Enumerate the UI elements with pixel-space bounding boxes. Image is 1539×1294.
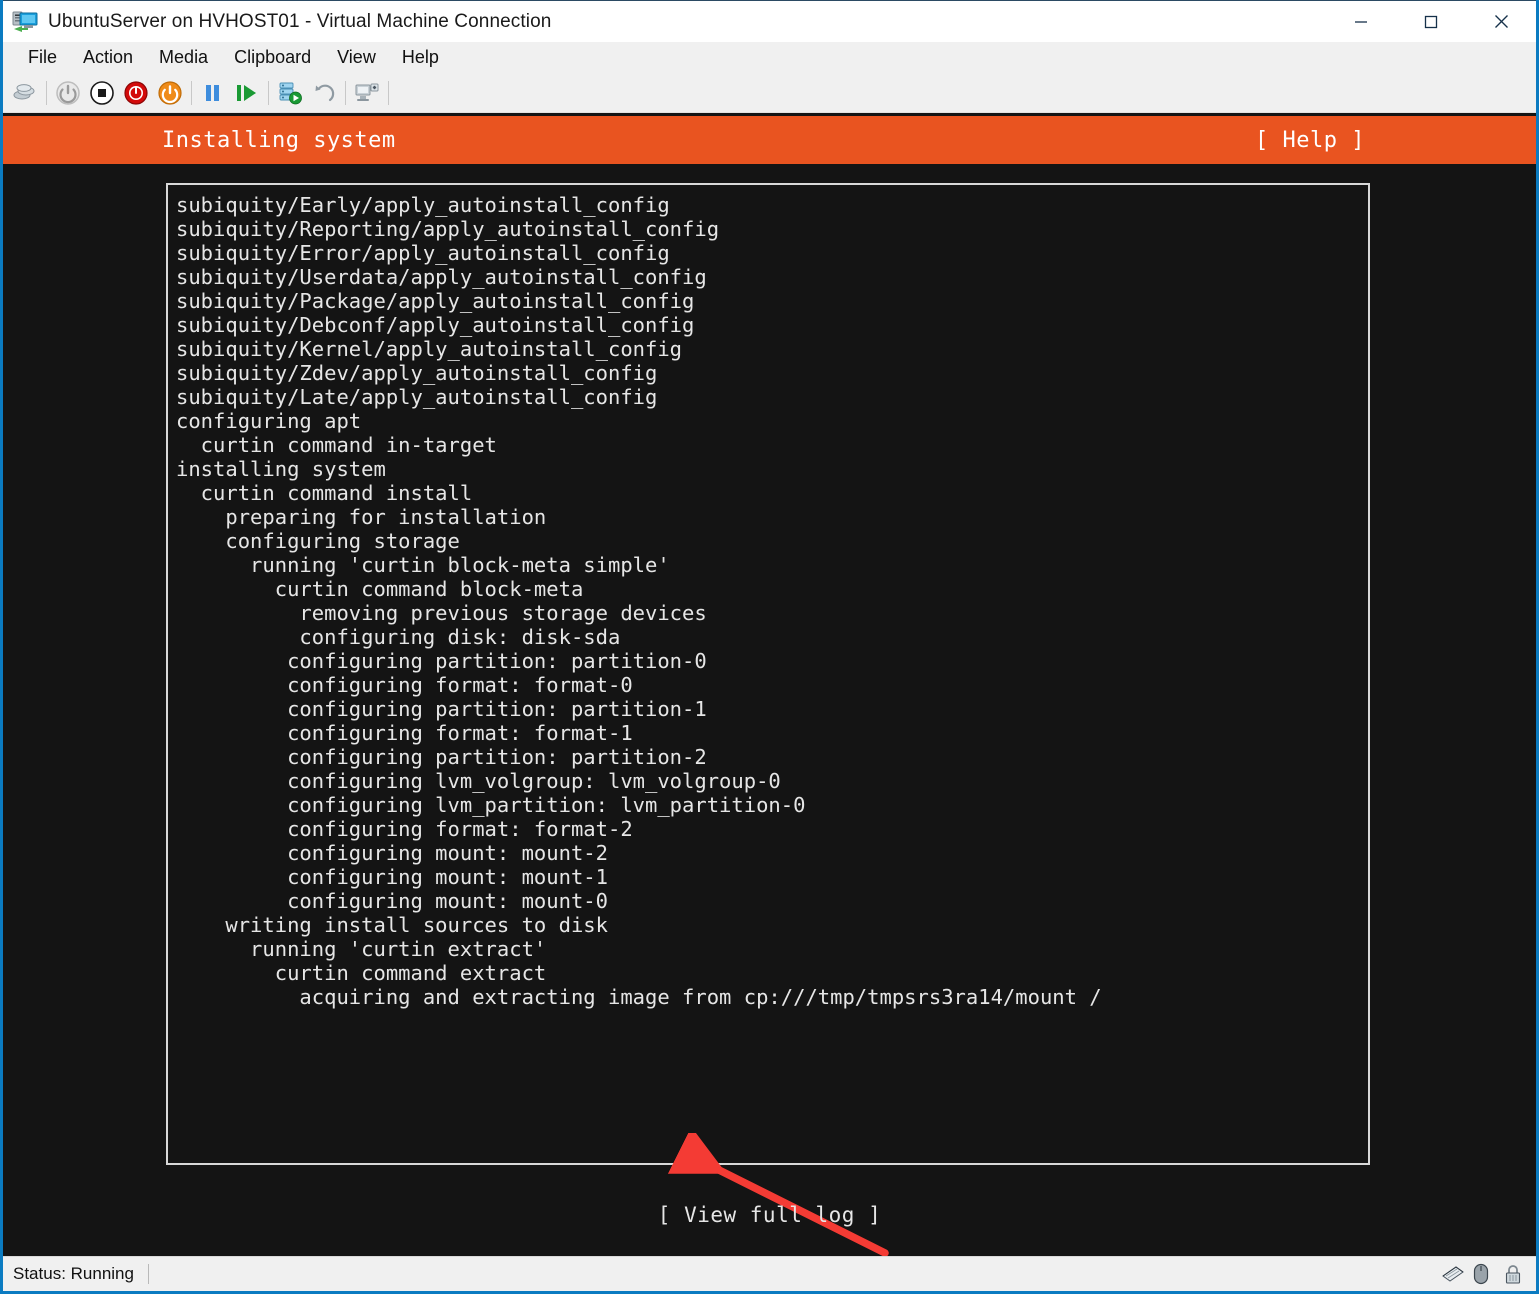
menu-bar: File Action Media Clipboard View Help <box>3 42 1536 73</box>
toolbar-separator <box>191 80 192 105</box>
log-line: subiquity/Package/apply_autoinstall_conf… <box>176 289 695 313</box>
minimize-button[interactable] <box>1326 1 1396 42</box>
resume-icon[interactable] <box>230 76 264 110</box>
log-line: subiquity/Debconf/apply_autoinstall_conf… <box>176 313 695 337</box>
shutdown-icon[interactable] <box>85 76 119 110</box>
log-line: running 'curtin block-meta simple' <box>176 553 670 577</box>
log-line: configuring format: format-2 <box>176 817 633 841</box>
log-line: configuring partition: partition-1 <box>176 697 707 721</box>
view-full-log-button[interactable]: [ View full log ] <box>3 1203 1536 1227</box>
mouse-icon <box>1473 1263 1495 1285</box>
status-separator <box>147 1264 149 1284</box>
log-line: running 'curtin extract' <box>176 937 547 961</box>
log-line: configuring mount: mount-0 <box>176 889 608 913</box>
log-line: installing system <box>176 457 386 481</box>
menu-item-clipboard[interactable]: Clipboard <box>221 44 324 71</box>
reset-icon[interactable] <box>153 76 187 110</box>
ctrl-alt-delete-icon[interactable] <box>8 76 42 110</box>
log-line: configuring disk: disk-sda <box>176 625 621 649</box>
log-line: configuring partition: partition-2 <box>176 745 707 769</box>
revert-icon[interactable] <box>307 76 341 110</box>
installer-title: Installing system <box>162 127 396 153</box>
log-line: curtin command block-meta <box>176 577 584 601</box>
menu-item-action[interactable]: Action <box>70 44 146 71</box>
pause-icon[interactable] <box>196 76 230 110</box>
log-line: subiquity/Late/apply_autoinstall_config <box>176 385 658 409</box>
log-line: preparing for installation <box>176 505 547 529</box>
toolbar <box>3 73 1536 113</box>
vm-display[interactable]: Installing system [ Help ] subiquity/Ear… <box>3 113 1536 1256</box>
menu-item-help[interactable]: Help <box>389 44 452 71</box>
status-bar: Status: Running <box>3 1256 1536 1291</box>
status-label: Status: Running <box>13 1264 134 1283</box>
toolbar-separator <box>388 80 389 105</box>
toolbar-separator <box>345 80 346 105</box>
menu-item-view[interactable]: View <box>324 44 389 71</box>
log-line: configuring apt <box>176 409 362 433</box>
close-button[interactable] <box>1466 1 1536 42</box>
log-line: configuring lvm_volgroup: lvm_volgroup-0 <box>176 769 781 793</box>
log-line: configuring lvm_partition: lvm_partition… <box>176 793 806 817</box>
install-log-lines: subiquity/Early/apply_autoinstall_config… <box>168 185 1368 1009</box>
log-line: configuring mount: mount-1 <box>176 865 608 889</box>
turn-off-icon[interactable] <box>119 76 153 110</box>
log-line: configuring format: format-0 <box>176 673 633 697</box>
log-line: subiquity/Reporting/apply_autoinstall_co… <box>176 217 720 241</box>
log-line: removing previous storage devices <box>176 601 707 625</box>
log-line: subiquity/Error/apply_autoinstall_config <box>176 241 670 265</box>
log-line: configuring partition: partition-0 <box>176 649 707 673</box>
enhanced-session-icon[interactable] <box>350 76 384 110</box>
log-line: acquiring and extracting image from cp:/… <box>176 985 1102 1009</box>
checkpoint-icon[interactable] <box>273 76 307 110</box>
title-bar: UbuntuServer on HVHOST01 - Virtual Machi… <box>3 0 1536 42</box>
log-line: subiquity/Userdata/apply_autoinstall_con… <box>176 265 707 289</box>
log-line: curtin command extract <box>176 961 547 985</box>
window-controls <box>1326 1 1536 42</box>
menu-item-file[interactable]: File <box>15 44 70 71</box>
log-line: curtin command install <box>176 481 473 505</box>
log-line: subiquity/Kernel/apply_autoinstall_confi… <box>176 337 683 361</box>
menu-item-media[interactable]: Media <box>146 44 221 71</box>
help-button[interactable]: [ Help ] <box>1255 128 1365 153</box>
installer-header-bar: Installing system [ Help ] <box>3 116 1536 164</box>
lock-icon <box>1504 1263 1526 1285</box>
vm-connection-window: UbuntuServer on HVHOST01 - Virtual Machi… <box>0 0 1539 1294</box>
virtual-machine-icon <box>12 10 40 34</box>
maximize-button[interactable] <box>1396 1 1466 42</box>
log-line: curtin command in-target <box>176 433 497 457</box>
log-line: configuring mount: mount-2 <box>176 841 608 865</box>
window-title: UbuntuServer on HVHOST01 - Virtual Machi… <box>48 10 552 32</box>
keyboard-icon <box>1442 1263 1464 1285</box>
status-icon-group <box>1442 1263 1526 1285</box>
log-line: subiquity/Early/apply_autoinstall_config <box>176 193 670 217</box>
toolbar-separator <box>268 80 269 105</box>
log-line: writing install sources to disk <box>176 913 608 937</box>
log-line: configuring format: format-1 <box>176 721 633 745</box>
log-line: subiquity/Zdev/apply_autoinstall_config <box>176 361 658 385</box>
install-log-box: subiquity/Early/apply_autoinstall_config… <box>166 183 1370 1165</box>
start-icon[interactable] <box>51 76 85 110</box>
log-line: configuring storage <box>176 529 460 553</box>
toolbar-separator <box>46 80 47 105</box>
